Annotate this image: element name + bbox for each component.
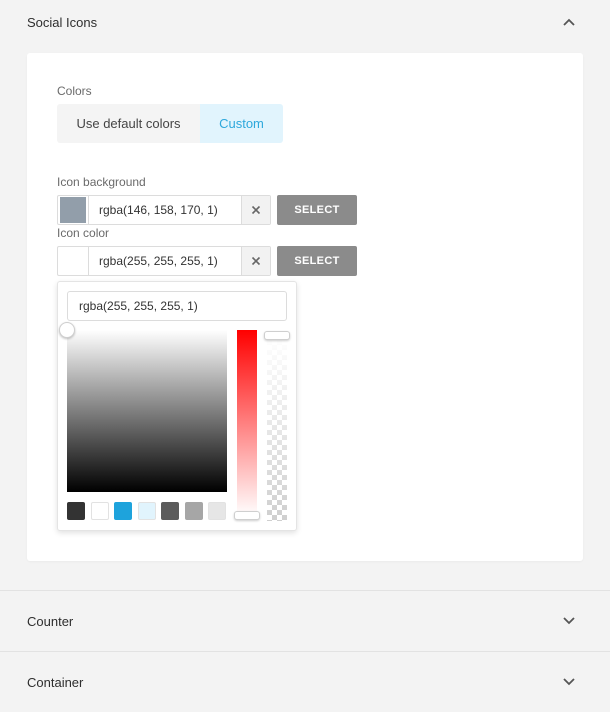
icon-color-label: Icon color — [57, 226, 110, 240]
icon-background-field: rgba(146, 158, 170, 1) — [57, 195, 271, 225]
saturation-handle[interactable] — [59, 322, 75, 338]
preset-swatch[interactable] — [114, 502, 132, 520]
clear-icon[interactable] — [241, 247, 270, 275]
icon-color-swatch[interactable] — [58, 247, 89, 275]
section-header-container[interactable]: Container — [0, 652, 610, 712]
section-title: Social Icons — [27, 14, 98, 30]
icon-background-input[interactable]: rgba(146, 158, 170, 1) — [89, 196, 241, 224]
preset-swatch[interactable] — [184, 502, 203, 520]
preset-swatch[interactable] — [90, 502, 109, 520]
hue-slider-handle[interactable] — [234, 511, 260, 520]
alpha-slider[interactable] — [267, 335, 287, 521]
icon-color-field: rgba(255, 255, 255, 1) — [57, 246, 271, 276]
section-header-counter[interactable]: Counter — [0, 591, 610, 651]
icon-background-swatch[interactable] — [58, 196, 89, 224]
icon-background-select-button[interactable]: SELECT — [277, 195, 357, 225]
color-picker-popover: rgba(255, 255, 255, 1) — [57, 281, 297, 531]
icon-background-label: Icon background — [57, 175, 146, 189]
section-header-social-icons[interactable]: Social Icons — [0, 0, 610, 52]
preset-swatch[interactable] — [161, 502, 179, 520]
chevron-down-icon[interactable] — [562, 614, 576, 628]
use-default-colors-button[interactable]: Use default colors — [57, 104, 200, 143]
color-value-input[interactable]: rgba(255, 255, 255, 1) — [67, 291, 287, 321]
chevron-up-icon[interactable] — [562, 15, 576, 29]
alpha-slider-handle[interactable] — [264, 331, 290, 340]
icon-color-input[interactable]: rgba(255, 255, 255, 1) — [89, 247, 241, 275]
clear-icon[interactable] — [241, 196, 270, 224]
section-title: Counter — [27, 613, 74, 629]
preset-swatch[interactable] — [137, 502, 156, 520]
chevron-down-icon[interactable] — [562, 675, 576, 689]
preset-swatch[interactable] — [208, 502, 226, 520]
icon-color-select-button[interactable]: SELECT — [277, 246, 357, 276]
hue-slider[interactable] — [237, 330, 257, 516]
section-title: Container — [27, 674, 84, 690]
custom-colors-button[interactable]: Custom — [200, 104, 283, 143]
saturation-area[interactable] — [67, 330, 227, 492]
colors-label: Colors — [57, 84, 92, 98]
preset-swatch[interactable] — [67, 502, 85, 520]
